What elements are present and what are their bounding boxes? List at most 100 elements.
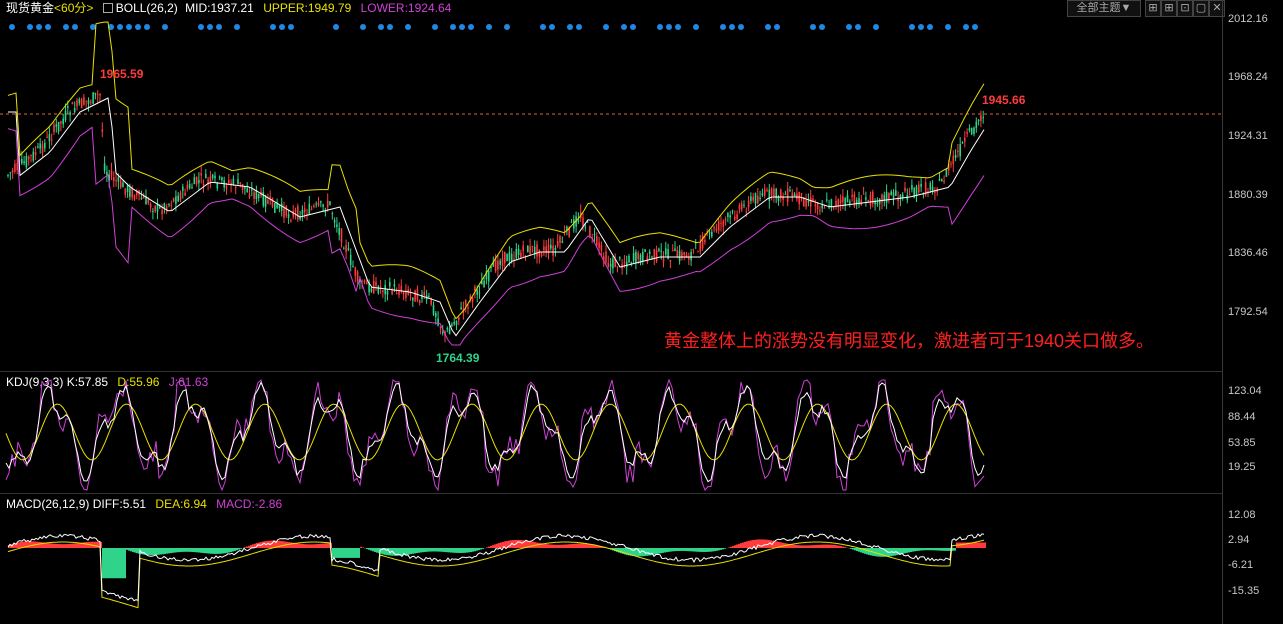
candle-body xyxy=(819,210,821,212)
candle-body xyxy=(69,112,71,116)
candle-body xyxy=(209,176,212,183)
macd-bar xyxy=(466,548,468,553)
macd-bar xyxy=(806,545,808,548)
macd-bar xyxy=(920,548,922,551)
candle-body xyxy=(384,285,386,295)
low-price-label: 1764.39 xyxy=(436,351,480,365)
macd-bar xyxy=(694,548,696,552)
macd-bar xyxy=(456,548,458,553)
candle-body xyxy=(193,177,196,185)
macd-bar xyxy=(708,548,710,552)
macd-bar xyxy=(322,543,324,548)
macd-bar xyxy=(442,548,444,552)
macd-bar xyxy=(680,548,682,551)
signal-dot xyxy=(774,24,780,30)
macd-bar xyxy=(782,542,784,548)
candle-body xyxy=(439,326,442,328)
candle-body xyxy=(464,299,467,306)
candle-body xyxy=(27,156,30,160)
macd-bar xyxy=(580,543,582,548)
macd-bar xyxy=(192,548,194,553)
macd-bar xyxy=(498,543,500,548)
macd-bar xyxy=(112,548,114,579)
candle-body xyxy=(897,197,899,202)
candle-body xyxy=(99,93,101,96)
candle-body xyxy=(455,320,458,326)
candle-body xyxy=(246,188,248,193)
macd-bar xyxy=(20,541,22,548)
macd-bar xyxy=(794,544,796,548)
macd-bar xyxy=(556,544,558,548)
macd-bar xyxy=(672,548,674,552)
macd-bar xyxy=(982,542,984,548)
macd-chart[interactable] xyxy=(0,494,1222,624)
macd-bar xyxy=(554,544,556,548)
macd-bar xyxy=(940,548,942,551)
signal-dot xyxy=(729,24,735,30)
macd-bar xyxy=(826,544,828,548)
candle-body xyxy=(966,132,968,134)
candle-body xyxy=(823,207,826,209)
candle-body xyxy=(391,289,393,295)
analysis-annotation: 黄金整体上的涨势没有明显变化，激进者可于1940关口做多。 xyxy=(664,331,1154,351)
macd-bar xyxy=(666,548,668,553)
signal-dot xyxy=(765,24,771,30)
macd-bar xyxy=(700,548,702,552)
macd-bar xyxy=(796,545,798,548)
macd-bar xyxy=(224,548,226,554)
candle-body xyxy=(71,102,74,105)
macd-bar xyxy=(246,546,248,548)
macd-bar xyxy=(460,548,462,553)
macd-bar xyxy=(838,545,840,548)
macd-bar xyxy=(852,548,854,550)
macd-bar xyxy=(430,548,432,552)
boll-lower-line xyxy=(7,126,985,346)
candle-body xyxy=(761,193,764,196)
macd-bar xyxy=(358,548,360,558)
macd-bar xyxy=(334,548,336,558)
signal-dot xyxy=(603,24,609,30)
candle-body xyxy=(561,241,564,243)
candle-body xyxy=(418,300,421,303)
candle-body xyxy=(846,195,849,203)
kdj-chart[interactable] xyxy=(0,372,1222,494)
macd-bar xyxy=(532,541,534,548)
macd-bar xyxy=(902,548,904,554)
macd-bar xyxy=(656,548,658,555)
macd-bar xyxy=(546,544,548,548)
macd-bar xyxy=(934,548,936,551)
signal-dot xyxy=(387,24,393,30)
candle-body xyxy=(214,175,216,179)
candle-body xyxy=(954,154,957,158)
candle-body xyxy=(646,255,649,263)
candle-body xyxy=(865,197,867,200)
macd-bar xyxy=(156,548,158,555)
macd-bar xyxy=(454,548,456,553)
macd-bar xyxy=(72,543,74,548)
candle-body xyxy=(849,201,851,204)
macd-bar xyxy=(664,548,666,553)
price-chart[interactable]: 1965.59 1764.39 1945.66 黄金整体上的涨势没有明显变化，激… xyxy=(0,0,1222,372)
candle-body xyxy=(168,204,170,206)
candle-body xyxy=(570,221,573,223)
signal-dot xyxy=(576,24,582,30)
candle-body xyxy=(494,259,497,272)
candle-body xyxy=(596,236,598,246)
signal-dot xyxy=(117,24,123,30)
candle-body xyxy=(476,290,478,295)
signal-dot xyxy=(450,24,456,30)
macd-bar xyxy=(130,548,132,552)
macd-bar xyxy=(662,548,664,553)
candle-body xyxy=(582,217,584,227)
signal-dot xyxy=(963,24,969,30)
macd-bar xyxy=(78,542,80,548)
candle-body xyxy=(356,271,359,281)
candle-body xyxy=(90,101,92,103)
candle-body xyxy=(352,265,354,267)
candle-body xyxy=(559,236,561,243)
candle-body xyxy=(835,200,837,207)
candle-body xyxy=(237,179,239,185)
macd-bar xyxy=(410,548,412,555)
macd-bar xyxy=(952,548,954,551)
candle-body xyxy=(119,180,122,188)
